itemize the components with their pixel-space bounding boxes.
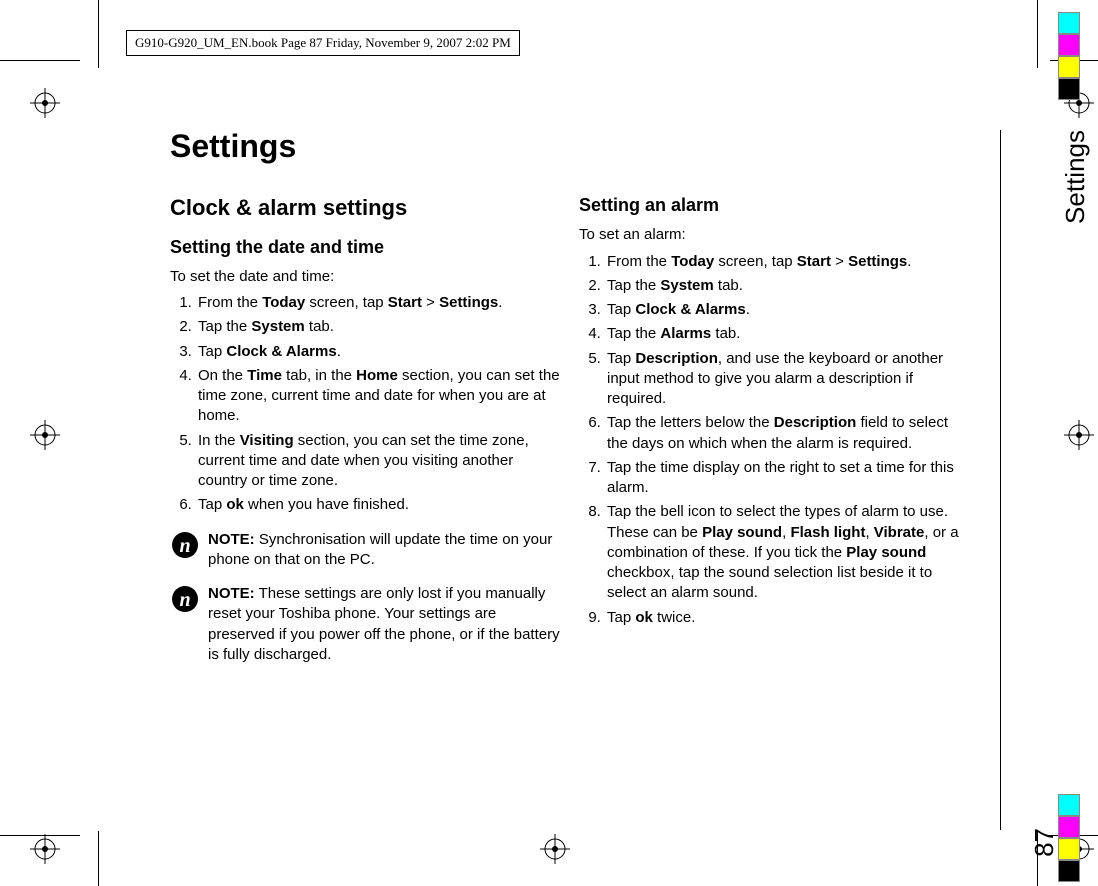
note-icon: n bbox=[170, 584, 200, 614]
page-content: Settings Clock & alarm settings Setting … bbox=[170, 128, 970, 665]
list-item: Tap the letters below the Description fi… bbox=[605, 413, 970, 454]
list-item: In the Visiting section, you can set the… bbox=[196, 431, 561, 492]
list-item: On the Time tab, in the Home section, yo… bbox=[196, 366, 561, 427]
right-column: Setting an alarm To set an alarm: From t… bbox=[579, 193, 970, 665]
list-item: Tap Clock & Alarms. bbox=[196, 342, 561, 362]
section-heading: Clock & alarm settings bbox=[170, 193, 561, 223]
color-bar-icon bbox=[1058, 12, 1080, 100]
note-icon: n bbox=[170, 530, 200, 560]
list-item: Tap Description, and use the keyboard or… bbox=[605, 349, 970, 410]
subsection-heading: Setting an alarm bbox=[579, 193, 970, 217]
note-text: NOTE: Synchronisation will update the ti… bbox=[208, 530, 561, 571]
crop-line bbox=[0, 60, 80, 61]
list-item: Tap the Alarms tab. bbox=[605, 324, 970, 344]
page-header-box: G910-G920_UM_EN.book Page 87 Friday, Nov… bbox=[126, 30, 520, 56]
registration-mark-icon bbox=[30, 420, 60, 450]
steps-list: From the Today screen, tap Start > Setti… bbox=[170, 293, 561, 516]
steps-list: From the Today screen, tap Start > Setti… bbox=[579, 252, 970, 628]
svg-text:n: n bbox=[179, 589, 190, 611]
subsection-heading: Setting the date and time bbox=[170, 235, 561, 259]
color-bar-icon bbox=[1058, 794, 1080, 882]
registration-mark-icon bbox=[30, 834, 60, 864]
list-item: Tap ok twice. bbox=[605, 608, 970, 628]
note-block: n NOTE: Synchronisation will update the … bbox=[170, 530, 561, 571]
list-item: Tap the bell icon to select the types of… bbox=[605, 502, 970, 603]
list-item: From the Today screen, tap Start > Setti… bbox=[605, 252, 970, 272]
svg-text:n: n bbox=[179, 535, 190, 557]
side-section-label: Settings bbox=[1060, 130, 1091, 224]
crop-line bbox=[98, 0, 99, 68]
list-item: Tap the System tab. bbox=[196, 317, 561, 337]
list-item: Tap the System tab. bbox=[605, 276, 970, 296]
list-item: Tap Clock & Alarms. bbox=[605, 300, 970, 320]
registration-mark-icon bbox=[540, 834, 570, 864]
note-text: NOTE: These settings are only lost if yo… bbox=[208, 584, 561, 665]
registration-mark-icon bbox=[30, 88, 60, 118]
crop-line bbox=[1037, 0, 1038, 68]
intro-text: To set the date and time: bbox=[170, 267, 561, 287]
note-block: n NOTE: These settings are only lost if … bbox=[170, 584, 561, 665]
page-title: Settings bbox=[170, 128, 970, 165]
page-frame-line bbox=[1000, 130, 1001, 830]
left-column: Clock & alarm settings Setting the date … bbox=[170, 193, 561, 665]
crop-line bbox=[0, 835, 80, 836]
list-item: From the Today screen, tap Start > Setti… bbox=[196, 293, 561, 313]
list-item: Tap ok when you have finished. bbox=[196, 495, 561, 515]
crop-line bbox=[98, 831, 99, 886]
page-header-text: G910-G920_UM_EN.book Page 87 Friday, Nov… bbox=[135, 35, 511, 50]
list-item: Tap the time display on the right to set… bbox=[605, 458, 970, 499]
intro-text: To set an alarm: bbox=[579, 225, 970, 245]
page-number: 87 bbox=[1029, 828, 1060, 857]
registration-mark-icon bbox=[1064, 420, 1094, 450]
